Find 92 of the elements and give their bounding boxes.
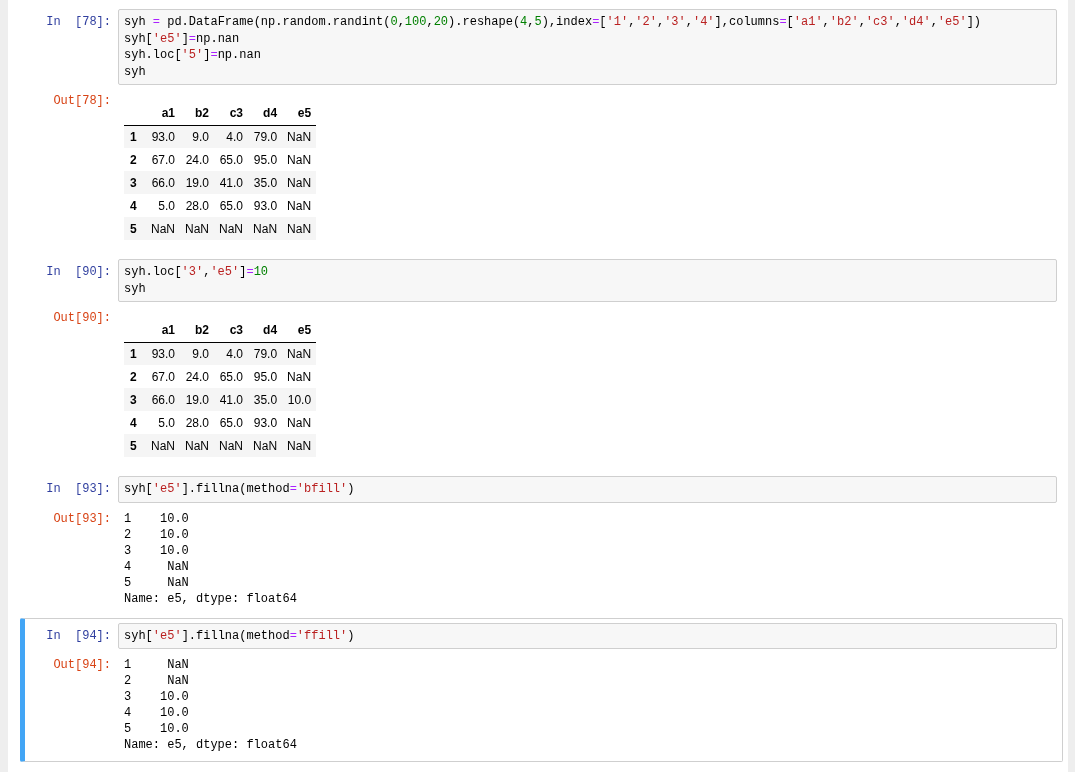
output-prompt: Out[90]: (52, 310, 112, 326)
table-cell: 93.0 (248, 194, 283, 217)
table-cell: 9.0 (180, 342, 215, 365)
input-prompt: In [94]: (45, 627, 112, 644)
code-line: syh['e5']=np.nan (124, 30, 241, 47)
row-index: 3 (124, 171, 146, 194)
row-index: 4 (124, 194, 146, 217)
code-line: syh (124, 63, 147, 80)
table-cell: NaN (248, 434, 283, 457)
column-header: b2 (180, 318, 215, 342)
table-cell: 19.0 (180, 171, 215, 194)
table-cell: 5.0 (146, 411, 180, 434)
code-line: syh['e5'].fillna(method='ffill') (124, 627, 356, 644)
table-cell: NaN (282, 365, 317, 388)
table-cell: NaN (282, 217, 317, 240)
table-cell: NaN (282, 148, 317, 171)
input-prompt: In [78]: (45, 14, 112, 30)
code-line: syh['e5'].fillna(method='bfill') (124, 481, 356, 498)
code-editor[interactable]: syh['e5'].fillna(method='bfill') (118, 476, 1057, 503)
code-line: syh = pd.DataFrame(np.random.randint(0,100,20).reshape(4,5),index=['1','2','3','4'],columns=['a1','b2','c3','d4','e5']) (124, 14, 983, 31)
table-cell: 41.0 (214, 171, 249, 194)
table-cell: 65.0 (214, 194, 249, 217)
table-cell: 19.0 (180, 388, 215, 411)
table-cell: 24.0 (180, 365, 215, 388)
table-cell: 95.0 (248, 365, 283, 388)
table-cell: 35.0 (248, 388, 283, 411)
code-line: syh (124, 280, 147, 297)
table-cell: NaN (282, 125, 317, 148)
table-cell: 66.0 (146, 388, 180, 411)
code-editor[interactable]: syh = pd.DataFrame(np.random.randint(0,100,20).reshape(4,5),index=['1','2','3','4'],columns=['a1','b2','c3','d4','e5']) syh['e5']=np.nan syh.loc['5']=np.nan syh (118, 9, 1057, 85)
input-prompt: In [90]: (45, 264, 112, 280)
input-prompt: In [93]: (45, 481, 112, 497)
row-index: 1 (124, 125, 146, 148)
column-header: c3 (214, 318, 249, 342)
column-header: e5 (282, 318, 317, 342)
table-cell: 28.0 (180, 194, 215, 217)
row-index: 5 (124, 434, 146, 457)
table-cell: 65.0 (214, 148, 249, 171)
table-cell: 93.0 (248, 411, 283, 434)
row-index: 4 (124, 411, 146, 434)
table-cell: 41.0 (214, 388, 249, 411)
table-cell: NaN (282, 411, 317, 434)
table-cell: 10.0 (282, 388, 317, 411)
table-cell: NaN (180, 217, 215, 240)
column-header: e5 (282, 101, 317, 125)
column-header: a1 (146, 318, 180, 342)
table-cell: 79.0 (248, 342, 283, 365)
table-cell: 67.0 (146, 365, 180, 388)
table-cell: 93.0 (146, 125, 180, 148)
output-text: 1 10.0 2 10.0 3 10.0 4 NaN 5 NaN Name: e5, dtype: float64 (124, 510, 297, 607)
table-cell: 35.0 (248, 171, 283, 194)
table-cell: 65.0 (214, 411, 249, 434)
row-index: 5 (124, 217, 146, 240)
row-index: 2 (124, 365, 146, 388)
table-cell: 4.0 (214, 125, 249, 148)
table-cell: 67.0 (146, 148, 180, 171)
table-cell: 4.0 (214, 342, 249, 365)
table-cell: 66.0 (146, 171, 180, 194)
column-header: d4 (248, 318, 283, 342)
column-header: c3 (214, 101, 249, 125)
table-cell: NaN (146, 217, 180, 240)
table-cell: NaN (282, 171, 317, 194)
table-cell: 28.0 (180, 411, 215, 434)
row-index: 3 (124, 388, 146, 411)
table-cell: 95.0 (248, 148, 283, 171)
column-header: a1 (146, 101, 180, 125)
code-line: syh.loc['3','e5']=10 (124, 264, 270, 281)
table-cell: 65.0 (214, 365, 249, 388)
column-header: b2 (180, 101, 215, 125)
output-prompt: Out[94]: (52, 657, 112, 673)
code-editor[interactable]: syh['e5'].fillna(method='ffill') (118, 622, 1057, 649)
table-cell: NaN (282, 342, 317, 365)
table-cell: NaN (282, 194, 317, 217)
table-cell: 79.0 (248, 125, 283, 148)
table-cell: NaN (214, 217, 249, 240)
table-cell: NaN (282, 434, 317, 457)
table-cell: 9.0 (180, 125, 215, 148)
row-index: 1 (124, 342, 146, 365)
table-cell: NaN (248, 217, 283, 240)
table-cell: 5.0 (146, 194, 180, 217)
output-prompt: Out[78]: (52, 93, 112, 109)
code-line: syh.loc['5']=np.nan (124, 47, 262, 64)
table-cell: NaN (146, 434, 180, 457)
table-cell: 93.0 (146, 342, 180, 365)
column-header: d4 (248, 101, 283, 125)
code-editor[interactable]: syh.loc['3','e5']=10 syh (118, 259, 1057, 302)
table-cell: 24.0 (180, 148, 215, 171)
row-index: 2 (124, 148, 146, 171)
output-prompt: Out[93]: (52, 510, 112, 527)
table-cell: NaN (180, 434, 215, 457)
output-text: 1 NaN 2 NaN 3 10.0 4 10.0 5 10.0 Name: e5, dtype: float64 (124, 657, 297, 753)
table-cell: NaN (214, 434, 249, 457)
